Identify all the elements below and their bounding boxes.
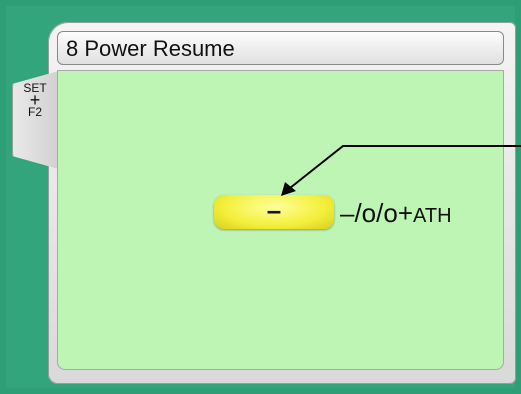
title-bar: 8 Power Resume [57,31,504,65]
options-legend: –/o/o+ATH [340,198,452,229]
options-suffix: ATH [413,205,452,227]
side-tab-label: SET + F2 [18,82,52,118]
options-values: –/o/o+ [340,198,414,228]
power-resume-value: – [266,195,282,225]
power-resume-value-field[interactable]: – [214,195,334,229]
side-tab-f2: F2 [27,105,42,119]
page-title: 8 Power Resume [66,36,235,61]
